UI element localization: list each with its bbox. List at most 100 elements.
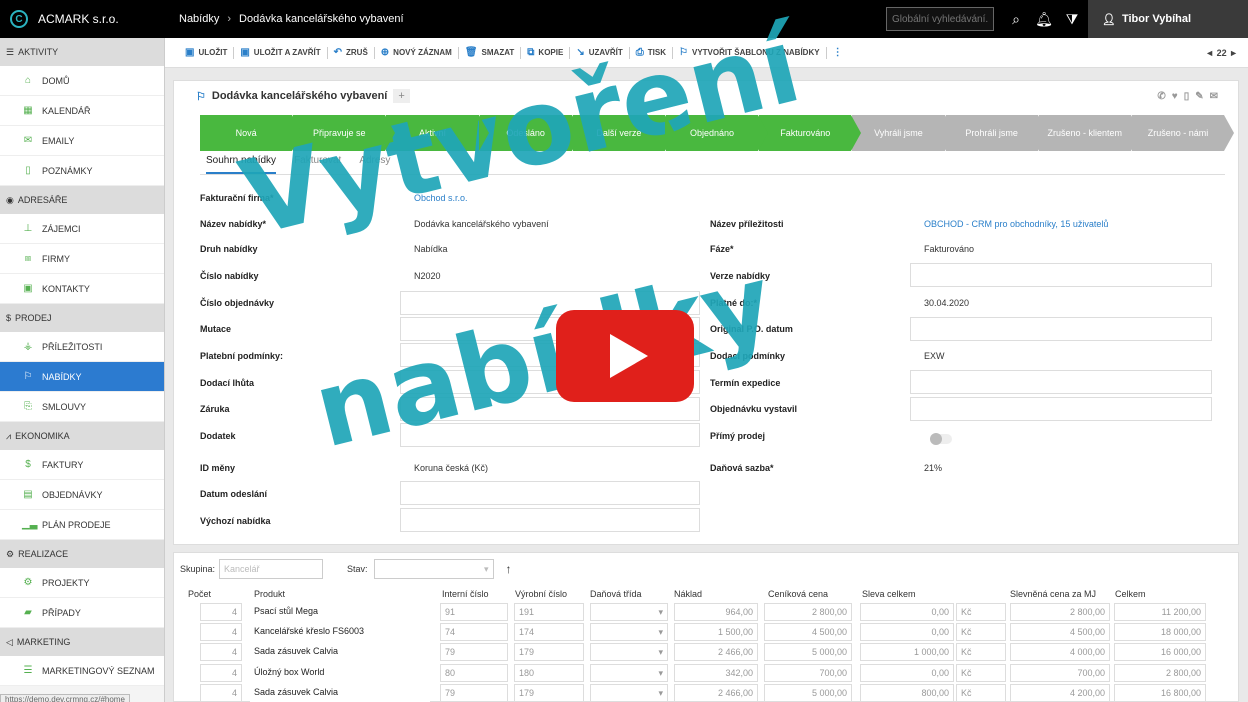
sidebar-item-contracts[interactable]: ⎘ SMLOUVY <box>0 392 164 422</box>
heart-icon[interactable]: ♥ <box>1172 91 1184 102</box>
search-icon[interactable]: ⌕ <box>1004 11 1028 28</box>
internal-number-input[interactable]: 91 <box>440 603 508 621</box>
discount-input[interactable]: 1 000,00 <box>860 643 954 661</box>
sidebar-item-marketing-list[interactable]: ☰ MARKETINGOVÝ SEZNAM <box>0 656 164 686</box>
phone-icon[interactable]: ✆ <box>1157 91 1171 102</box>
sidebar-section-realization[interactable]: ⚙ REALIZACE <box>0 540 164 568</box>
currency-select[interactable]: Kč <box>956 684 1006 702</box>
list-price-input[interactable]: 5 000,00 <box>764 643 852 661</box>
user-menu[interactable]: 👤︎ Tibor Vybíhal <box>1088 0 1248 38</box>
sidebar-section-activities[interactable]: ☰ AKTIVITY <box>0 38 164 66</box>
sidebar-section-economics[interactable]: ⩘ EKONOMIKA <box>0 422 164 450</box>
cost-input[interactable]: 1 500,00 <box>674 623 758 641</box>
cost-input[interactable]: 342,00 <box>674 664 758 682</box>
tab-addresses[interactable]: Adresy <box>359 155 390 174</box>
unit-price-input[interactable]: 2 800,00 <box>1010 603 1110 621</box>
value-billing-company[interactable]: Obchod s.r.o. <box>414 193 468 203</box>
notifications-bell-icon[interactable]: 🔔︎ <box>1032 11 1056 28</box>
tax-class-select[interactable]: ▾ <box>590 603 668 621</box>
pipeline-step-cancelled-us[interactable]: Zrušeno - námi <box>1131 115 1235 151</box>
sidebar-item-contacts[interactable]: ▣ KONTAKTY <box>0 274 164 304</box>
sidebar-item-home[interactable]: ⌂ DOMŮ <box>0 66 164 96</box>
shipping-date-field[interactable] <box>910 370 1212 394</box>
create-template-button[interactable]: ⚐ VYTVOŘIT ŠABLONU Z NABÍDKY <box>673 46 827 59</box>
sidebar-item-cases[interactable]: ▰ PŘÍPADY <box>0 598 164 628</box>
mail-icon[interactable]: ✉ <box>1210 91 1224 102</box>
sidebar-section-sales[interactable]: $ PRODEJ <box>0 304 164 332</box>
internal-number-input[interactable]: 79 <box>440 684 508 702</box>
follow-button[interactable]: + <box>393 89 410 103</box>
pipeline-step-won[interactable]: Vyhráli jsme <box>852 115 955 151</box>
offer-version-field[interactable] <box>910 263 1212 287</box>
copy-button[interactable]: ⧉ KOPIE <box>521 46 571 59</box>
more-menu-button[interactable]: ⋮ <box>827 47 849 59</box>
sidebar-item-sales-plan[interactable]: ▁▃ PLÁN PRODEJE <box>0 510 164 540</box>
manufacturer-number-input[interactable]: 179 <box>514 684 584 702</box>
pipeline-step-invoiced[interactable]: Fakturováno <box>759 115 862 151</box>
cancel-button[interactable]: ↶ ZRUŠ <box>328 46 375 59</box>
value-opportunity-name[interactable]: OBCHOD - CRM pro obchodníky, 15 uživatel… <box>924 219 1108 229</box>
discount-input[interactable]: 800,00 <box>860 684 954 702</box>
tax-class-select[interactable]: ▾ <box>590 664 668 682</box>
video-play-button[interactable] <box>556 310 694 402</box>
sidebar-item-notes[interactable]: ▯ POZNÁMKY <box>0 156 164 186</box>
cost-input[interactable]: 2 466,00 <box>674 643 758 661</box>
internal-number-input[interactable]: 74 <box>440 623 508 641</box>
edit-icon[interactable]: ✎ <box>1195 91 1209 102</box>
record-pager[interactable]: ◄ 22 ► <box>1205 48 1248 58</box>
list-price-input[interactable]: 5 000,00 <box>764 684 852 702</box>
sidebar-item-projects[interactable]: ⚙ PROJEKTY <box>0 568 164 598</box>
pipeline-step-lost[interactable]: Prohráli jsme <box>945 115 1048 151</box>
manufacturer-number-input[interactable]: 191 <box>514 603 584 621</box>
pipeline-step-next-version[interactable]: Další verze <box>572 115 676 151</box>
sidebar-item-emails[interactable]: ✉ EMAILY <box>0 126 164 156</box>
save-button[interactable]: ▣ ULOŽIT <box>179 46 235 59</box>
save-and-close-button[interactable]: ▣ ULOŽIT A ZAVŘÍT <box>234 46 328 59</box>
sent-date-field[interactable] <box>400 481 700 505</box>
pipeline-step-sent[interactable]: Odesláno <box>479 115 582 151</box>
currency-select[interactable]: Kč <box>956 664 1006 682</box>
pipeline-step-ordered[interactable]: Objednáno <box>665 115 769 151</box>
currency-select[interactable]: Kč <box>956 623 1006 641</box>
qty-input[interactable]: 4 <box>200 643 242 661</box>
original-po-date-field[interactable] <box>910 317 1212 341</box>
list-price-input[interactable]: 700,00 <box>764 664 852 682</box>
new-record-button[interactable]: ⊕ NOVÝ ZÁZNAM <box>375 46 459 59</box>
sidebar-section-address-books[interactable]: ◉ ADRESÁŘE <box>0 186 164 214</box>
pipeline-step-cancelled-client[interactable]: Zrušeno - klientem <box>1038 115 1142 151</box>
discount-input[interactable]: 0,00 <box>860 664 954 682</box>
unit-price-input[interactable]: 4 500,00 <box>1010 623 1110 641</box>
copy-icon[interactable]: ▯ <box>1184 91 1196 102</box>
unit-price-input[interactable]: 4 000,00 <box>1010 643 1110 661</box>
app-brand[interactable]: C ACMARK s.r.o. <box>0 0 165 38</box>
pipeline-step-active[interactable]: Aktivní <box>386 115 489 151</box>
breadcrumb-offers[interactable]: Nabídky <box>179 13 219 25</box>
list-price-input[interactable]: 4 500,00 <box>764 623 852 641</box>
cost-input[interactable]: 964,00 <box>674 603 758 621</box>
qty-input[interactable]: 4 <box>200 684 242 702</box>
global-search-input[interactable] <box>886 7 994 31</box>
discount-input[interactable]: 0,00 <box>860 623 954 641</box>
sidebar-item-offers[interactable]: ⚐ NABÍDKY <box>0 362 164 392</box>
close-record-button[interactable]: ↘ UZAVŘÍT <box>570 46 630 59</box>
sidebar-item-calendar[interactable]: ▦ KALENDÁŘ <box>0 96 164 126</box>
group-input[interactable]: Kancelář <box>219 559 324 579</box>
sidebar-item-opportunities[interactable]: ⚶ PŘÍLEŽITOSTI <box>0 332 164 362</box>
tab-summary[interactable]: Souhrn nabídky <box>206 155 277 174</box>
filter-icon[interactable]: ⧩ <box>1060 11 1084 28</box>
unit-price-input[interactable]: 4 200,00 <box>1010 684 1110 702</box>
addendum-field[interactable] <box>400 423 700 447</box>
pipeline-step-preparing[interactable]: Připravuje se <box>293 115 396 151</box>
unit-price-input[interactable]: 700,00 <box>1010 664 1110 682</box>
delete-button[interactable]: 🗑︎ SMAZAT <box>459 46 522 59</box>
sidebar-item-leads[interactable]: ⊥ ZÁJEMCI <box>0 214 164 244</box>
value-valid-until[interactable]: 30.04.2020 <box>924 298 969 308</box>
tax-class-select[interactable]: ▾ <box>590 643 668 661</box>
ordered-by-field[interactable] <box>910 397 1212 421</box>
tax-class-select[interactable]: ▾ <box>590 623 668 641</box>
internal-number-input[interactable]: 80 <box>440 664 508 682</box>
print-button[interactable]: ⎙ TISK <box>630 46 674 59</box>
list-price-input[interactable]: 2 800,00 <box>764 603 852 621</box>
default-offer-field[interactable] <box>400 508 700 532</box>
qty-input[interactable]: 4 <box>200 623 242 641</box>
